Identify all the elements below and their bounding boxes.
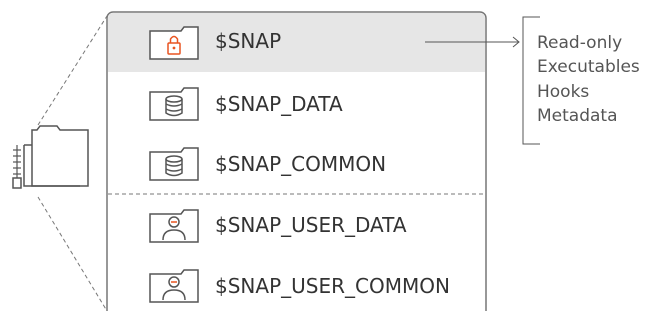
snap-note-readonly: Read-only — [537, 33, 623, 53]
row-label-snap-user-data: $SNAP_USER_DATA — [215, 213, 407, 237]
snap-note-metadata: Metadata — [537, 106, 618, 126]
row-label-snap-user-common: $SNAP_USER_COMMON — [215, 274, 450, 298]
database-folder-icon — [149, 147, 199, 181]
row-label-snap-data: $SNAP_DATA — [215, 92, 343, 116]
user-folder-icon — [149, 269, 199, 303]
zoom-line-bottom — [37, 196, 108, 311]
zoom-line-top — [37, 15, 108, 126]
row-label-snap-common: $SNAP_COMMON — [215, 152, 387, 176]
snap-note-executables: Executables — [537, 57, 640, 77]
row-label-snap: $SNAP — [215, 29, 282, 53]
snap-note-hooks: Hooks — [537, 82, 590, 102]
user-folder-icon — [149, 209, 199, 243]
lock-folder-icon — [149, 26, 199, 60]
zipped-folder-icon — [12, 125, 89, 189]
database-folder-icon — [149, 87, 199, 121]
